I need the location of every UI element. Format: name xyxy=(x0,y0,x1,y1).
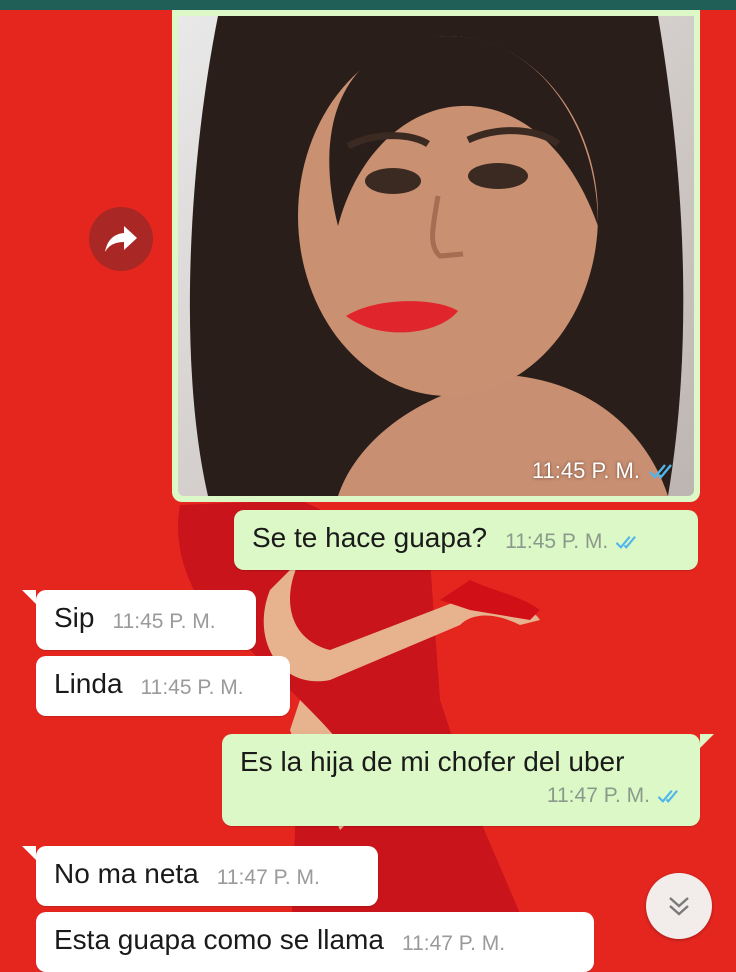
message-time: 11:45 P. M. xyxy=(112,610,216,633)
message-text: Linda xyxy=(54,668,123,699)
message-time: 11:45 P. M. xyxy=(505,530,609,553)
double-check-icon xyxy=(649,464,672,479)
message-text: Se te hace guapa? xyxy=(252,522,488,553)
message-text: No ma neta xyxy=(54,858,199,889)
message-text: Sip xyxy=(54,602,95,633)
message-time: 11:47 P. M. xyxy=(401,932,506,955)
image-message-meta: 11:45 P. M. xyxy=(532,458,678,484)
bubble-tail xyxy=(700,734,714,748)
portrait-image xyxy=(189,16,684,496)
bubble-tail xyxy=(22,846,36,860)
bubble-tail xyxy=(22,590,36,604)
message-meta-row: 11:47 P. M. xyxy=(240,784,684,808)
message-time: 11:47 P. M. xyxy=(546,784,650,807)
image-message-bubble[interactable]: 11:45 P. M. xyxy=(172,10,700,502)
message-incoming[interactable]: Sip 11:45 P. M. xyxy=(36,590,256,650)
message-incoming[interactable]: Esta guapa como se llama 11:47 P. M. xyxy=(36,912,594,972)
message-time: 11:45 P. M. xyxy=(140,676,244,699)
message-incoming[interactable]: No ma neta 11:47 P. M. xyxy=(36,846,378,906)
double-check-icon xyxy=(615,535,637,549)
scroll-to-bottom-button[interactable] xyxy=(646,873,712,939)
double-chevron-down-icon xyxy=(669,897,689,916)
forward-button[interactable] xyxy=(89,207,153,271)
message-time: 11:47 P. M. xyxy=(216,866,320,889)
message-outgoing[interactable]: Se te hace guapa? 11:45 P. M. xyxy=(234,510,698,570)
image-message-time: 11:45 P. M. xyxy=(531,458,640,483)
message-meta: 11:47 P. M. xyxy=(547,784,684,808)
message-text: Es la hija de mi chofer del uber xyxy=(240,746,625,777)
double-check-icon xyxy=(657,789,678,803)
shared-photo[interactable]: 11:45 P. M. xyxy=(178,16,694,496)
message-incoming[interactable]: Linda 11:45 P. M. xyxy=(36,656,290,716)
message-meta: 11:45 P. M. xyxy=(505,530,642,554)
message-text: Esta guapa como se llama xyxy=(54,924,384,955)
forward-arrow-icon xyxy=(105,226,137,252)
message-outgoing[interactable]: Es la hija de mi chofer del uber 11:47 P… xyxy=(222,734,700,826)
